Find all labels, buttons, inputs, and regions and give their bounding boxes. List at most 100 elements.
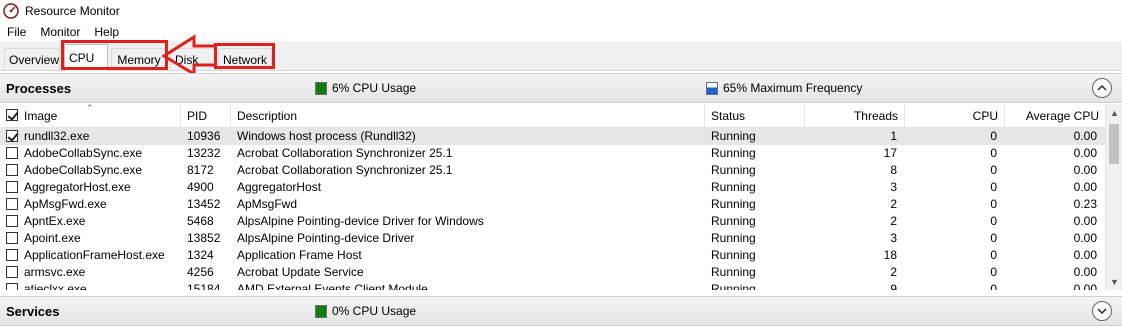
vertical-scrollbar[interactable]: ▲ ▼ — [1105, 104, 1122, 290]
row-checkbox[interactable] — [6, 283, 18, 290]
cell-cpu: 0 — [990, 231, 997, 245]
scroll-thumb[interactable] — [1109, 124, 1119, 164]
cell-status: Running — [711, 265, 756, 279]
tab-overview-label: Overview — [9, 52, 60, 67]
menu-file[interactable]: File — [0, 25, 33, 39]
cell-description: Application Frame Host — [237, 248, 362, 262]
scroll-down-arrow-icon: ▼ — [1110, 276, 1119, 287]
processes-header[interactable]: Processes 6% CPU Usage 65% Maximum Frequ… — [0, 73, 1122, 103]
table-row[interactable]: AdobeCollabSync.exe 13232 Acrobat Collabor… — [0, 145, 1105, 162]
column-description-label: Description — [237, 109, 298, 123]
cell-image: Apoint.exe — [24, 231, 81, 245]
table-row[interactable]: rundll32.exe 10936 Windows host process (R… — [0, 128, 1105, 145]
table-row[interactable]: ApMsgFwd.exe 13452 ApMsgFwd Running 2 0 0.23 — [0, 196, 1105, 213]
row-checkbox[interactable] — [6, 266, 18, 278]
cell-image: rundll32.exe — [24, 129, 90, 143]
cell-image: ApMsgFwd.exe — [24, 197, 107, 211]
menu-monitor[interactable]: Monitor — [33, 25, 87, 39]
scroll-up-button[interactable]: ▲ — [1106, 104, 1122, 121]
cell-cpu: 0 — [990, 248, 997, 262]
cell-threads: 17 — [883, 146, 897, 160]
menu-help[interactable]: Help — [87, 25, 126, 39]
row-checkbox[interactable] — [6, 232, 18, 244]
row-checkbox[interactable] — [6, 147, 18, 159]
max-frequency-text: 65% Maximum Frequency — [723, 81, 863, 95]
cell-description: AggregatorHost — [237, 180, 322, 194]
cell-cpu: 0 — [990, 146, 997, 160]
cell-cpu: 0 — [990, 214, 997, 228]
table-row[interactable]: armsvc.exe 4256 Acrobat Update Service Runn… — [0, 264, 1105, 281]
processes-collapse-button[interactable] — [1092, 78, 1112, 98]
cell-cpu: 0 — [990, 197, 997, 211]
cell-cpu: 0 — [990, 282, 997, 290]
column-average-cpu[interactable]: Average CPU — [1005, 104, 1105, 128]
row-checkbox[interactable] — [6, 130, 18, 142]
cell-cpu: 0 — [990, 129, 997, 143]
cell-status: Running — [711, 248, 756, 262]
cell-pid: 13452 — [187, 197, 221, 211]
cell-average-cpu: 0.00 — [1073, 265, 1097, 279]
cell-threads: 8 — [890, 163, 897, 177]
cell-image: atieclxx.exe — [24, 282, 87, 290]
cell-average-cpu: 0.00 — [1073, 163, 1097, 177]
table-row[interactable]: AdobeCollabSync.exe 8172 Acrobat Collabora… — [0, 162, 1105, 179]
cell-description: AlpsAlpine Pointing-device Driver — [237, 231, 415, 245]
cell-threads: 3 — [890, 231, 897, 245]
table-row[interactable]: Apoint.exe 13852 AlpsAlpine Pointing-devic… — [0, 230, 1105, 247]
cell-description: Acrobat Update Service — [237, 265, 364, 279]
services-expand-button[interactable] — [1092, 301, 1112, 321]
cell-pid: 15184 — [187, 282, 221, 290]
row-checkbox[interactable] — [6, 249, 18, 261]
cell-status: Running — [711, 180, 756, 194]
column-threads[interactable]: Threads — [805, 104, 905, 128]
column-cpu-label: CPU — [972, 109, 998, 123]
cpu-usage-text: 6% CPU Usage — [332, 81, 417, 95]
cell-description: Acrobat Collaboration Synchronizer 25.1 — [237, 163, 453, 177]
row-checkbox[interactable] — [6, 164, 18, 176]
cell-image: ApplicationFrameHost.exe — [24, 248, 165, 262]
cell-threads: 3 — [890, 180, 897, 194]
column-description[interactable]: Description — [231, 104, 705, 128]
column-pid[interactable]: PID — [181, 104, 231, 128]
cell-average-cpu: 0.00 — [1073, 214, 1097, 228]
table-row[interactable]: ApntEx.exe 5468 AlpsAlpine Pointing-device… — [0, 213, 1105, 230]
scroll-down-button[interactable]: ▼ — [1106, 273, 1122, 290]
row-checkbox[interactable] — [6, 215, 18, 227]
column-status[interactable]: Status — [705, 104, 805, 128]
menu-bar: File Monitor Help — [0, 23, 126, 41]
column-image-label: Image — [24, 109, 58, 123]
cell-average-cpu: 0.23 — [1073, 197, 1097, 211]
column-image[interactable]: ⌃ Image — [0, 104, 181, 128]
cell-pid: 4900 — [187, 180, 214, 194]
chevron-up-icon — [1097, 85, 1107, 91]
select-all-checkbox[interactable] — [6, 109, 18, 121]
annotation-highlight-box — [214, 43, 275, 69]
table-row[interactable]: AggregatorHost.exe 4900 AggregatorHost Runn… — [0, 179, 1105, 196]
services-header[interactable]: Services 0% CPU Usage — [0, 296, 1122, 326]
cell-average-cpu: 0.00 — [1073, 248, 1097, 262]
annotation-highlight-box — [61, 40, 168, 70]
cell-image: AggregatorHost.exe — [24, 180, 131, 194]
row-checkbox[interactable] — [6, 181, 18, 193]
processes-table: ⌃ Image PID Description Status Threads C… — [0, 104, 1105, 290]
table-row[interactable]: atieclxx.exe 15184 AMD External Events Cli… — [0, 281, 1105, 290]
cell-image: armsvc.exe — [24, 265, 86, 279]
table-row[interactable]: ApplicationFrameHost.exe 1324 Application … — [0, 247, 1105, 264]
cell-image: AdobeCollabSync.exe — [24, 163, 143, 177]
scroll-up-arrow-icon: ▲ — [1110, 107, 1119, 118]
cell-status: Running — [711, 197, 756, 211]
cell-image: ApntEx.exe — [24, 214, 86, 228]
cell-image: AdobeCollabSync.exe — [24, 146, 143, 160]
cell-status: Running — [711, 163, 756, 177]
row-checkbox[interactable] — [6, 198, 18, 210]
cell-threads: 2 — [890, 197, 897, 211]
cell-description: ApMsgFwd — [237, 197, 298, 211]
cell-pid: 8172 — [187, 163, 214, 177]
max-frequency-stat: 65% Maximum Frequency — [706, 81, 862, 95]
cell-threads: 1 — [890, 129, 897, 143]
column-cpu[interactable]: CPU — [905, 104, 1005, 128]
cell-average-cpu: 0.00 — [1073, 146, 1097, 160]
cell-status: Running — [711, 129, 756, 143]
cell-pid: 4256 — [187, 265, 214, 279]
tab-overview[interactable]: Overview — [4, 48, 60, 70]
